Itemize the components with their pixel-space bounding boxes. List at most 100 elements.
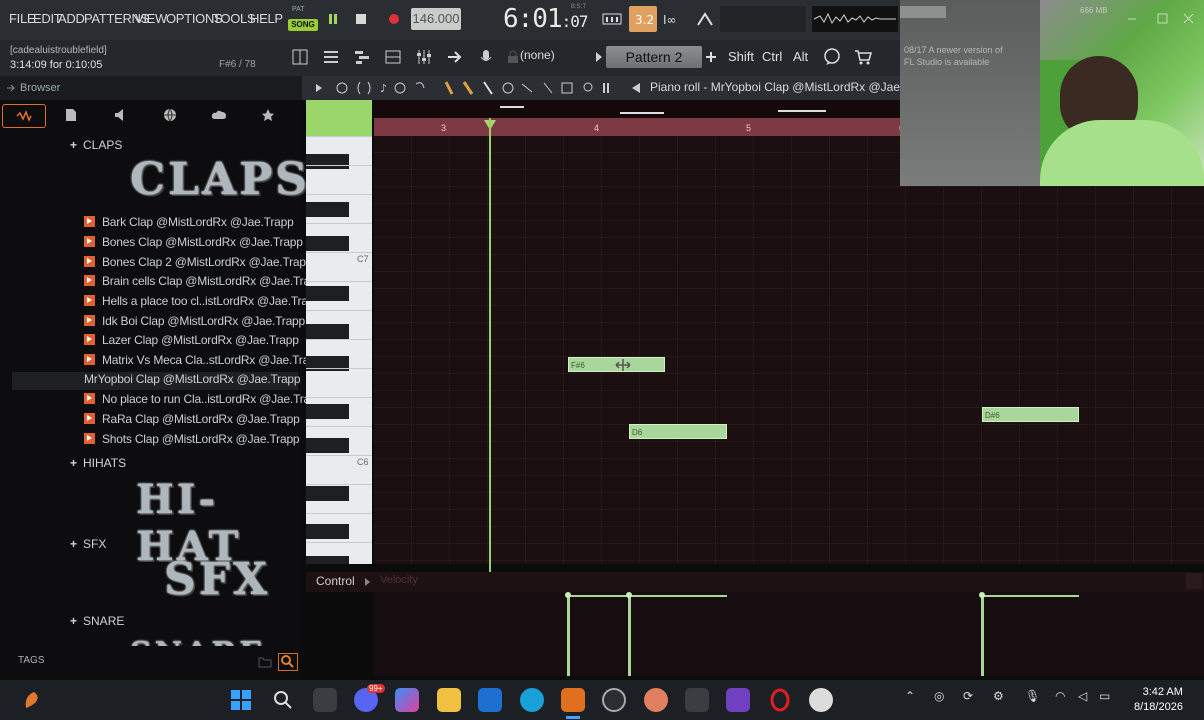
chevron-up-icon[interactable]: ⌃	[905, 689, 915, 703]
stop-button[interactable]	[349, 8, 373, 30]
note-d-sharp-6[interactable]: D#6	[982, 407, 1079, 422]
tab-all[interactable]	[2, 104, 46, 128]
ctrl-key[interactable]: Ctrl	[762, 49, 782, 64]
note-d6[interactable]: D6	[629, 424, 727, 439]
tab-cloud[interactable]	[198, 104, 240, 126]
piano-black-key[interactable]	[306, 556, 349, 564]
snap-button[interactable]	[289, 46, 311, 68]
media-player-icon[interactable]	[809, 688, 833, 712]
obs-icon[interactable]	[602, 688, 626, 712]
tray-app-icon[interactable]: ◎	[934, 689, 944, 703]
folder-claps[interactable]: + CLAPS	[70, 138, 122, 152]
microphone-button[interactable]	[475, 46, 497, 68]
menu-help[interactable]: HELP	[250, 11, 283, 26]
note-grid[interactable]	[374, 136, 1204, 564]
browser-file-item[interactable]: Lazer Clap @MistLordRx @Jae.Trapp	[84, 333, 299, 351]
file-explorer-icon[interactable]	[437, 688, 461, 712]
piano-black-key[interactable]	[306, 524, 349, 539]
velocity-handle[interactable]	[565, 592, 571, 598]
mixer-button[interactable]	[413, 46, 435, 68]
velocity-bar[interactable]	[628, 596, 631, 676]
piano-black-key[interactable]	[306, 324, 349, 339]
clipchamp-icon[interactable]	[726, 688, 750, 712]
browser-file-item[interactable]: Hells a place too cl..istLordRx @Jae.Tra…	[84, 294, 321, 312]
playlist-button[interactable]	[320, 46, 342, 68]
search-icon[interactable]	[278, 653, 298, 671]
browser-file-item-selected[interactable]: MrYopboi Clap @MistLordRx @Jae.Trapp	[12, 372, 301, 390]
menu-tools[interactable]: TOOLS	[213, 11, 256, 26]
folder-snare[interactable]: + SNARE	[70, 614, 124, 628]
velocity-lane[interactable]	[374, 592, 1204, 676]
camera-icon[interactable]	[685, 688, 709, 712]
pat-song-toggle[interactable]: PAT SONG	[288, 6, 318, 34]
record-button[interactable]	[382, 8, 406, 30]
tab-web[interactable]	[149, 104, 191, 126]
browser-file-item[interactable]: Brain cells Clap @MistLordRx @Jae.Trapp	[84, 274, 323, 292]
browser-file-item[interactable]: Shots Clap @MistLordRx @Jae.Trapp	[84, 432, 300, 450]
pause-button[interactable]	[321, 8, 345, 30]
add-pattern-button[interactable]	[700, 46, 722, 68]
piano-black-key[interactable]	[306, 154, 349, 169]
browser-file-item[interactable]: Bark Clap @MistLordRx @Jae.Trapp	[84, 215, 294, 233]
piano-roll-button[interactable]	[351, 46, 373, 68]
menu-view[interactable]: VIEW	[135, 11, 167, 26]
help-chat-button[interactable]	[821, 46, 843, 68]
velocity-bar[interactable]	[567, 596, 570, 676]
piano-black-key[interactable]	[306, 404, 349, 419]
piano-black-key[interactable]	[306, 236, 349, 251]
scrollbar-thumb[interactable]	[1186, 573, 1202, 589]
control-selector[interactable]: Control	[316, 574, 355, 588]
browser-file-item[interactable]: Bones Clap @MistLordRx @Jae.Trapp	[84, 235, 303, 253]
tab-files[interactable]	[50, 104, 92, 126]
piano-black-key[interactable]	[306, 202, 349, 217]
store-button[interactable]	[852, 46, 874, 68]
tab-favorites[interactable]	[247, 104, 289, 126]
browser-file-item[interactable]: RaRa Clap @MistLordRx @Jae.Trapp	[84, 412, 300, 430]
task-view-icon[interactable]	[313, 688, 337, 712]
piano-black-key[interactable]	[306, 438, 349, 453]
sync-icon[interactable]: ⟳	[963, 689, 973, 703]
browser-file-item[interactable]: Bones Clap 2 @MistLordRx @Jae.Trapp	[84, 255, 313, 273]
wifi-icon[interactable]: ◠	[1055, 689, 1065, 703]
volume-icon[interactable]: ◁	[1078, 689, 1087, 703]
metronome-button[interactable]: 3.2	[629, 6, 657, 32]
window-controls-icon[interactable]	[1122, 12, 1202, 26]
settings-icon[interactable]: ⚙	[993, 689, 1004, 703]
folder-open-icon[interactable]	[258, 655, 272, 673]
microphone-icon[interactable]: 🎙	[1025, 689, 1040, 703]
piano-black-key[interactable]	[306, 486, 349, 501]
velocity-handle[interactable]	[979, 592, 985, 598]
fl-studio-icon[interactable]	[561, 688, 585, 712]
mail-icon[interactable]	[478, 688, 502, 712]
velocity-handle[interactable]	[626, 592, 632, 598]
tempo-display[interactable]: 146.000	[411, 8, 461, 30]
step-edit-button[interactable]	[693, 8, 717, 30]
alt-key[interactable]: Alt	[793, 49, 808, 64]
browser-file-item[interactable]: Idk Boi Clap @MistLordRx @Jae.Trapp	[84, 314, 305, 332]
opera-icon[interactable]	[768, 688, 792, 712]
channel-rack-button[interactable]	[382, 46, 404, 68]
pattern-selector[interactable]: Pattern 2	[606, 46, 702, 68]
widgets-icon[interactable]	[20, 688, 44, 712]
tab-plugins[interactable]	[100, 104, 142, 126]
scroll-overview[interactable]	[374, 100, 900, 118]
folder-hihats[interactable]: + HIHATS	[70, 456, 126, 470]
folder-sfx[interactable]: + SFX	[70, 537, 106, 551]
edge-icon[interactable]	[520, 688, 544, 712]
menu-add[interactable]: ADD	[58, 11, 85, 26]
typing-keyboard-button[interactable]	[600, 8, 624, 30]
start-icon[interactable]	[229, 688, 253, 712]
piano-keyboard[interactable]	[306, 136, 372, 564]
channel-select[interactable]: (none)	[520, 48, 555, 62]
browser-file-item[interactable]: Matrix Vs Meca Cla..stLordRx @Jae.Trapp	[84, 353, 322, 371]
wait-button[interactable]: I∞	[662, 8, 686, 30]
velocity-bar[interactable]	[981, 596, 984, 676]
search-icon[interactable]	[271, 688, 295, 712]
browser-file-item[interactable]: No place to run Cla..istLordRx @Jae.Trap…	[84, 392, 323, 410]
arrow-button[interactable]	[444, 46, 466, 68]
copilot-icon[interactable]	[395, 688, 419, 712]
system-clock[interactable]: 3:42 AM 8/18/2026	[1134, 685, 1183, 715]
menu-file[interactable]: FILE	[9, 11, 36, 26]
battery-icon[interactable]: ▭	[1099, 689, 1110, 703]
app-icon[interactable]	[644, 688, 668, 712]
